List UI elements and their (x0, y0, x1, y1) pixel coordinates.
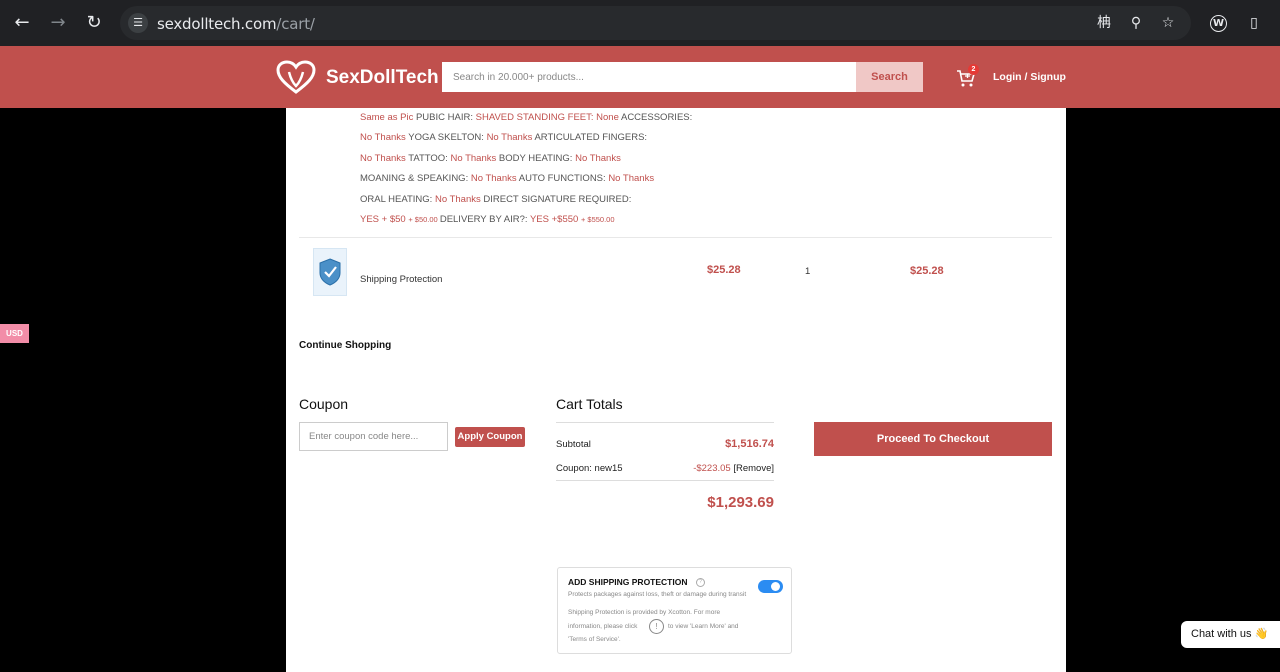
option-value: No Thanks (450, 152, 499, 164)
option-line: YES + $50 + $50.00 DELIVERY BY AIR?: YES… (360, 210, 692, 230)
cart-content: Same as Pic PUBIC HAIR: SHAVED STANDING … (286, 108, 1066, 672)
option-label: ORAL HEATING: (360, 193, 435, 205)
url-text[interactable]: sexdolltech.com/cart/ (157, 15, 315, 33)
address-bar[interactable]: ☰ sexdolltech.com/cart/ 柟 ⚲ ☆ (120, 6, 1191, 40)
cart-totals-heading: Cart Totals (556, 396, 623, 412)
terms-of-service-link[interactable]: 'Terms of Service'. (568, 636, 621, 643)
shipping-protection-line: information, please click (568, 623, 638, 630)
option-line: No Thanks YOGA SKELTON: No Thanks ARTICU… (360, 128, 692, 148)
site-header: SexDollTech Search 2 Login / Signup (0, 46, 1280, 108)
extensions-puzzle-icon[interactable]: ▯ (1244, 13, 1264, 33)
apply-coupon-button[interactable]: Apply Coupon (455, 427, 525, 447)
option-label: MOANING & SPEAKING: (360, 173, 471, 185)
reload-icon[interactable]: ↻ (82, 11, 106, 35)
subtotal-value: $1,516.74 (725, 438, 774, 450)
search-button[interactable]: Search (856, 62, 923, 92)
search-input[interactable] (442, 62, 856, 92)
remove-coupon-link[interactable]: [Remove] (733, 463, 774, 474)
coupon-discount-value: -$223.05 (693, 463, 731, 474)
shipping-protection-thumbnail[interactable] (313, 248, 347, 296)
cart-item-qty[interactable]: 1 (805, 266, 810, 277)
zoom-icon[interactable]: ⚲ (1127, 14, 1145, 32)
option-value: YES + $50 (360, 214, 409, 226)
option-line: Same as Pic PUBIC HAIR: SHAVED STANDING … (360, 108, 692, 128)
browser-toolbar: ← → ↻ ☰ sexdolltech.com/cart/ 柟 ⚲ ☆ W ▯ (0, 0, 1280, 46)
continue-shopping-link[interactable]: Continue Shopping (299, 340, 391, 351)
cart-item-name[interactable]: Shipping Protection (360, 274, 442, 285)
option-label: ARTICULATED FINGERS: (534, 132, 648, 144)
shipping-protection-title: ADD SHIPPING PROTECTION (568, 577, 688, 587)
wordpress-extension-icon[interactable]: W (1210, 15, 1227, 32)
shipping-protection-box: ADD SHIPPING PROTECTION ? Protects packa… (557, 567, 792, 654)
option-label: DIRECT SIGNATURE REQUIRED: (483, 193, 632, 205)
option-surcharge: + $550.00 (580, 215, 615, 225)
login-signup-link[interactable]: Login / Signup (993, 71, 1066, 83)
translate-icon[interactable]: 柟 (1095, 14, 1113, 32)
coupon-discount: -$223.05 [Remove] (693, 463, 774, 474)
site-logo-text[interactable]: SexDollTech (326, 67, 439, 89)
forward-icon[interactable]: → (46, 11, 70, 35)
option-label: BODY HEATING: (498, 152, 576, 164)
option-surcharge: + $50.00 (408, 215, 440, 225)
option-value: No Thanks (360, 132, 409, 144)
option-value: No Thanks (360, 152, 409, 164)
toggle-knob (771, 582, 780, 591)
cart-count-badge: 2 (968, 64, 979, 75)
option-value: Same as Pic (360, 112, 416, 123)
cart-item-price: $25.28 (707, 264, 741, 276)
chat-with-us-button[interactable]: Chat with us 👋 (1181, 621, 1280, 648)
coupon-heading: Coupon (299, 396, 349, 412)
order-total: $1,293.69 (707, 494, 774, 511)
option-label: TATTOO: (408, 152, 451, 164)
option-value: No Thanks (486, 132, 535, 144)
option-value: No Thanks (434, 193, 484, 205)
option-label: DELIVERY BY AIR?: (439, 214, 530, 226)
heart-logo-icon[interactable] (276, 60, 316, 94)
totals-divider (556, 422, 774, 423)
option-line: ORAL HEATING: No Thanks DIRECT SIGNATURE… (360, 190, 692, 210)
option-label: PUBIC HAIR: (415, 112, 476, 123)
option-line: MOANING & SPEAKING: No Thanks AUTO FUNCT… (360, 169, 692, 189)
option-label: AUTO FUNCTIONS: (518, 173, 609, 185)
option-value: YES +$550 (529, 214, 581, 226)
learn-more-icon[interactable]: ! (649, 619, 664, 634)
shipping-protection-line: to view 'Learn More' and (668, 623, 739, 630)
proceed-to-checkout-button[interactable]: Proceed To Checkout (814, 422, 1052, 456)
back-icon[interactable]: ← (10, 11, 34, 35)
subtotal-label: Subtotal (556, 439, 591, 450)
coupon-code-input[interactable] (299, 422, 448, 451)
option-label: ACCESSORIES: (620, 112, 693, 123)
option-line: No Thanks TATTOO: No Thanks BODY HEATING… (360, 149, 692, 169)
option-value: No Thanks (575, 152, 621, 164)
product-options: Same as Pic PUBIC HAIR: SHAVED STANDING … (360, 108, 692, 230)
option-value: No Thanks (608, 173, 655, 185)
coupon-applied-label: Coupon: new15 (556, 463, 623, 474)
site-settings-icon[interactable]: ☰ (128, 13, 148, 33)
currency-switcher[interactable]: USD (0, 324, 29, 343)
row-divider (299, 237, 1052, 238)
option-value: None (596, 112, 621, 123)
totals-divider (556, 480, 774, 481)
option-value: SHAVED STANDING FEET: (475, 112, 597, 123)
option-label: YOGA SKELTON: (408, 132, 487, 144)
shipping-protection-line: Shipping Protection is provided by Xcott… (568, 609, 721, 616)
bookmark-star-icon[interactable]: ☆ (1159, 14, 1177, 32)
shipping-protection-desc: Protects packages against loss, theft or… (568, 591, 747, 598)
option-value: No Thanks (470, 173, 519, 185)
cart-item-total: $25.28 (910, 265, 944, 277)
info-icon[interactable]: ? (696, 578, 705, 587)
shipping-protection-toggle[interactable] (758, 580, 783, 593)
